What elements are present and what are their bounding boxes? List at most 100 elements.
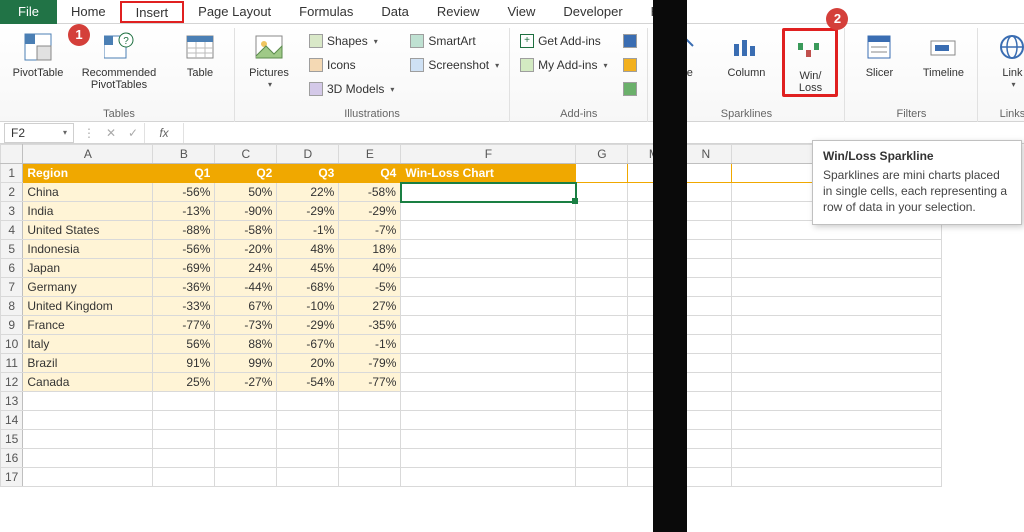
visio-addin-button[interactable]: [619, 30, 641, 52]
cell-value[interactable]: -77%: [339, 373, 401, 392]
cell-blank[interactable]: [732, 316, 942, 335]
cell-blank[interactable]: [680, 316, 732, 335]
recommended-pivottables-button[interactable]: ? Recommended PivotTables 1: [74, 28, 164, 91]
cell-value[interactable]: -5%: [339, 278, 401, 297]
cell-blank[interactable]: [277, 468, 339, 487]
cell-blank[interactable]: [680, 373, 732, 392]
cell-chart[interactable]: [401, 240, 576, 259]
cell-blank[interactable]: [680, 297, 732, 316]
cell-value[interactable]: 18%: [339, 240, 401, 259]
cell-region[interactable]: India: [23, 202, 153, 221]
col-E[interactable]: E: [339, 145, 401, 164]
tab-formulas[interactable]: Formulas: [285, 0, 367, 24]
row-hdr[interactable]: 15: [1, 430, 23, 449]
cell-blank[interactable]: [732, 259, 942, 278]
cell-value[interactable]: -54%: [277, 373, 339, 392]
cell-value[interactable]: 91%: [153, 354, 215, 373]
timeline-button[interactable]: Timeline: [915, 28, 971, 79]
cell-blank[interactable]: [277, 430, 339, 449]
cell-blank[interactable]: [215, 449, 277, 468]
cell-blank[interactable]: [215, 392, 277, 411]
cell-region[interactable]: United Kingdom: [23, 297, 153, 316]
name-box-dropdown-icon[interactable]: ▾: [63, 128, 67, 137]
enter-icon[interactable]: ✓: [122, 126, 144, 140]
cell-blank[interactable]: [680, 183, 732, 202]
cell-blank[interactable]: [153, 411, 215, 430]
cell-chart[interactable]: [401, 373, 576, 392]
cell-blank[interactable]: [732, 297, 942, 316]
cell-blank[interactable]: [23, 392, 153, 411]
cell-blank[interactable]: [153, 449, 215, 468]
cell-blank[interactable]: [576, 183, 628, 202]
cell-blank[interactable]: [732, 354, 942, 373]
row-hdr[interactable]: 10: [1, 335, 23, 354]
select-all[interactable]: [1, 145, 23, 164]
cell-value[interactable]: -44%: [215, 278, 277, 297]
cell-blank[interactable]: [576, 335, 628, 354]
screenshot-button[interactable]: Screenshot: [406, 54, 503, 76]
sparkline-column-button[interactable]: Column: [718, 28, 774, 79]
cell-E1[interactable]: Q4: [339, 164, 401, 183]
name-box[interactable]: F2 ▾: [4, 123, 74, 143]
cell-value[interactable]: 27%: [339, 297, 401, 316]
cell-blank[interactable]: [23, 468, 153, 487]
smartart-button[interactable]: SmartArt: [406, 30, 503, 52]
cell-blank[interactable]: [732, 430, 942, 449]
cell-value[interactable]: 99%: [215, 354, 277, 373]
cell-blank[interactable]: [732, 449, 942, 468]
cell-blank[interactable]: [732, 373, 942, 392]
cell-chart[interactable]: [401, 221, 576, 240]
tab-home[interactable]: Home: [57, 0, 120, 24]
shapes-button[interactable]: Shapes: [305, 30, 398, 52]
cell-blank[interactable]: [153, 392, 215, 411]
row-hdr[interactable]: 13: [1, 392, 23, 411]
row-hdr[interactable]: 14: [1, 411, 23, 430]
cell-value[interactable]: -68%: [277, 278, 339, 297]
cell-B1[interactable]: Q1: [153, 164, 215, 183]
cell-blank[interactable]: [153, 468, 215, 487]
cell-value[interactable]: 20%: [277, 354, 339, 373]
cell-blank[interactable]: [215, 430, 277, 449]
tab-file[interactable]: File: [0, 0, 57, 24]
col-F[interactable]: F: [401, 145, 576, 164]
cell-value[interactable]: -79%: [339, 354, 401, 373]
cell-region[interactable]: Japan: [23, 259, 153, 278]
tab-view[interactable]: View: [493, 0, 549, 24]
col-N[interactable]: N: [680, 145, 732, 164]
cell-blank[interactable]: [401, 411, 576, 430]
cell-chart[interactable]: [401, 202, 576, 221]
cell-blank[interactable]: [680, 259, 732, 278]
cell-chart[interactable]: [401, 335, 576, 354]
cell-value[interactable]: -90%: [215, 202, 277, 221]
tab-page-layout[interactable]: Page Layout: [184, 0, 285, 24]
cell-region[interactable]: China: [23, 183, 153, 202]
cell-blank[interactable]: [401, 392, 576, 411]
cell-region[interactable]: Indonesia: [23, 240, 153, 259]
cell-value[interactable]: -29%: [277, 316, 339, 335]
cell-value[interactable]: -56%: [153, 240, 215, 259]
cell-value[interactable]: -1%: [277, 221, 339, 240]
sparkline-winloss-button[interactable]: Win/ Loss: [782, 28, 838, 97]
cell-value[interactable]: -77%: [153, 316, 215, 335]
cell-region[interactable]: France: [23, 316, 153, 335]
row-hdr[interactable]: 5: [1, 240, 23, 259]
cell-blank[interactable]: [23, 449, 153, 468]
cell-blank[interactable]: [576, 202, 628, 221]
cell-value[interactable]: -20%: [215, 240, 277, 259]
cell-value[interactable]: 22%: [277, 183, 339, 202]
cell-blank[interactable]: [680, 240, 732, 259]
3d-models-button[interactable]: 3D Models: [305, 78, 398, 100]
cell-value[interactable]: -29%: [339, 202, 401, 221]
row-hdr[interactable]: 11: [1, 354, 23, 373]
row-hdr[interactable]: 6: [1, 259, 23, 278]
cell-blank[interactable]: [680, 354, 732, 373]
cell-blank[interactable]: [680, 221, 732, 240]
cell-blank[interactable]: [576, 259, 628, 278]
cell-C1[interactable]: Q2: [215, 164, 277, 183]
cell-blank[interactable]: [576, 221, 628, 240]
cell-chart[interactable]: [401, 297, 576, 316]
cell-blank[interactable]: [576, 449, 628, 468]
cell-blank[interactable]: [339, 430, 401, 449]
row-hdr[interactable]: 16: [1, 449, 23, 468]
cell-value[interactable]: 25%: [153, 373, 215, 392]
